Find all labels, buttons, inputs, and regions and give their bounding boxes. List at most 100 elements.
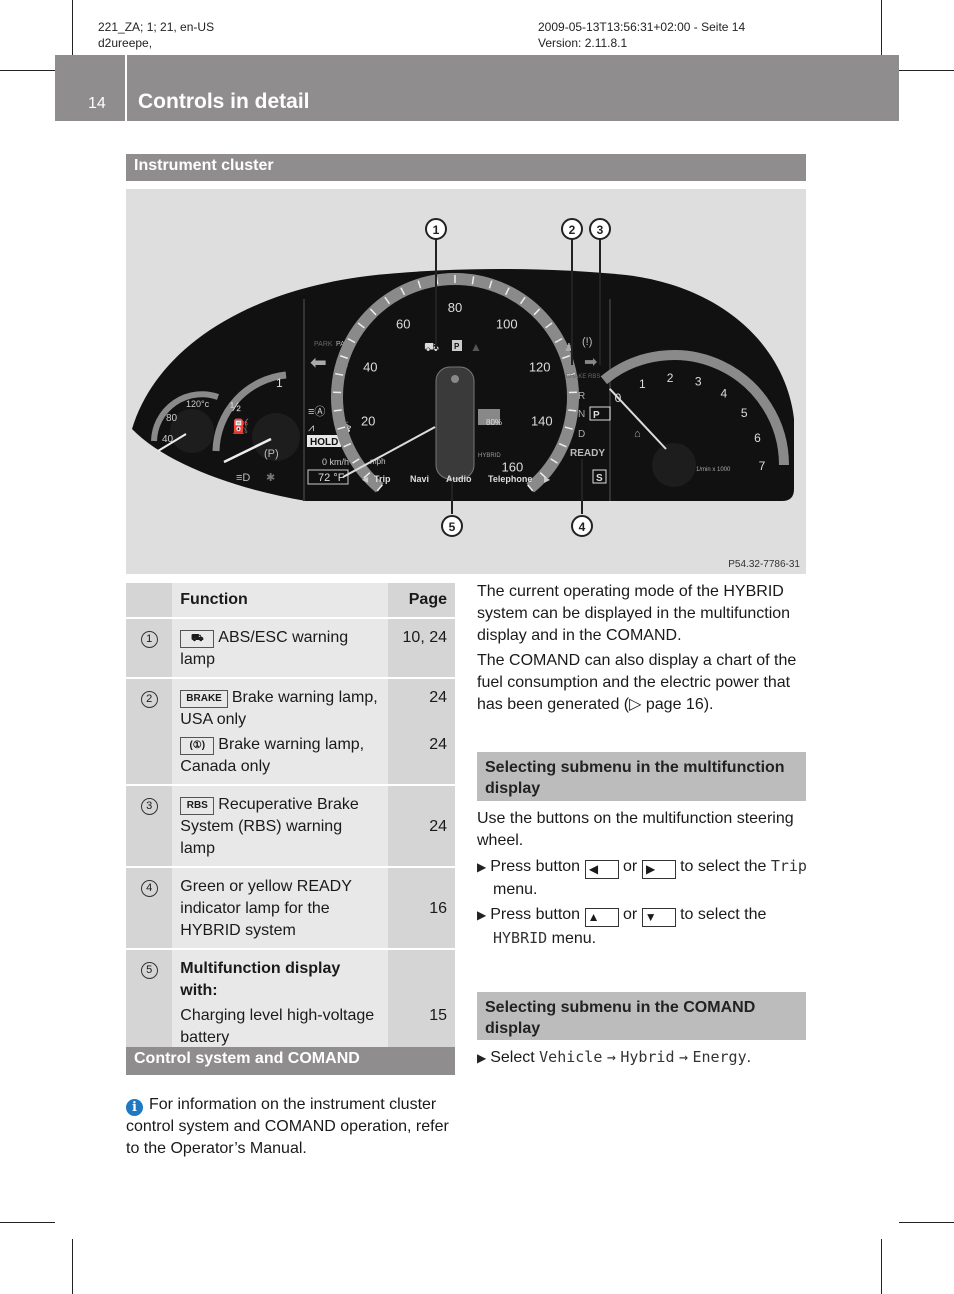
svg-text:5: 5 [449, 520, 456, 534]
svg-text:1: 1 [433, 223, 440, 237]
hybrid-menu-name: HYBRID [493, 929, 548, 947]
rpm-tick-label: 5 [741, 406, 748, 420]
step-text: Select [490, 1049, 535, 1066]
rpm-tick-label: 7 [759, 459, 766, 473]
turn-left-arrow-icon: ⬅ [310, 352, 327, 374]
function-entry: Charging level high-voltage battery [180, 1005, 380, 1049]
print-meta-left-line1: 221_ZA; 1; 21, en-US [98, 20, 215, 34]
speed-tick-label: 120 [529, 360, 551, 375]
speed-readout: 0 km/h [322, 457, 349, 467]
rpm-tick-label: 6 [754, 431, 761, 445]
page-ref[interactable]: 24 [388, 794, 447, 838]
section-heading-instrument-cluster: Instrument cluster [126, 154, 806, 181]
crop-mark [881, 0, 882, 55]
function-text: Charging level high-voltage battery [180, 1007, 375, 1046]
crop-mark [899, 70, 954, 71]
page-ref[interactable]: 16 [388, 876, 447, 920]
function-cell: Multifunction display with: Charging leve… [172, 949, 389, 1056]
gear-d: D [578, 429, 585, 440]
callout-number: 1 [140, 631, 158, 648]
rpm-tick-label: 1 [639, 377, 646, 391]
page-cell: 15 [388, 949, 455, 1056]
callout-4: 4 [571, 515, 593, 537]
row-number-cell: 1 [126, 618, 173, 678]
info-note: i For information on the instrument clust… [126, 1094, 458, 1160]
turn-right-arrow-icon: ➡ [584, 354, 597, 371]
step-end: . [746, 1049, 752, 1066]
speed-tick-label: 40 [363, 360, 377, 375]
crop-mark [0, 1222, 55, 1223]
header-page: Page [388, 583, 455, 618]
parking-brake-icon: (P) [264, 448, 279, 460]
multifunction-instructions: Use the buttons on the multifunction ste… [477, 808, 809, 950]
step-text: to select the [680, 906, 767, 923]
function-text: Multifunction display with: [180, 960, 341, 999]
page-ref[interactable]: 15 [388, 983, 447, 1027]
para-comand-chart-end: ). [703, 696, 714, 713]
brake-rbs-label: BRAKE RBS [566, 374, 600, 380]
menu-item-trip: Trip [374, 474, 391, 484]
multifunction-menu-bar: ◀ Trip Navi Audio Telephone ▶ [362, 474, 551, 484]
page-cell: 24 24 [388, 678, 455, 785]
svg-text:◀: ◀ [362, 475, 369, 484]
page-ref[interactable]: 10, 24 [388, 627, 447, 649]
comand-instructions: ▶ Select Vehicle → Hybrid → Energy. [477, 1046, 809, 1069]
path-arrow: → [678, 1048, 688, 1066]
mf-intro: Use the buttons on the multifunction ste… [477, 810, 794, 849]
menu-path-energy: Energy [692, 1048, 747, 1066]
function-cell: BRAKE Brake warning lamp, USA only (①) Brak… [172, 678, 389, 785]
function-cell: RBS Recuperative Brake System (RBS) warni… [172, 785, 389, 867]
gear-selected: P [593, 410, 600, 421]
temp-label-40: 40 [162, 434, 174, 445]
tacho-hub [652, 443, 696, 487]
page-cell: 16 [388, 867, 455, 949]
function-cell: Green or yellow READY indicator lamp for… [172, 867, 389, 949]
svg-text:4: 4 [579, 520, 586, 534]
table-row: 2 BRAKE Brake warning lamp, USA only (①) Bra… [126, 678, 455, 785]
drive-mode-indicator: S [596, 473, 603, 484]
path-arrow: → [606, 1048, 616, 1066]
speed-tick [568, 409, 577, 412]
print-meta-right-line1: 2009-05-13T13:56:31+02:00 - Seite 14 [538, 20, 746, 34]
menu-path-hybrid: Hybrid [620, 1048, 675, 1066]
table-row: 3 RBS Recuperative Brake System (RBS) warn… [126, 785, 455, 867]
section-heading-submenu-comand: Selecting submenu in the COMAND display [477, 992, 806, 1040]
page-cell: 24 [388, 785, 455, 867]
airbag-icon: ✱ [266, 472, 275, 484]
chapter-title: Controls in detail [138, 90, 310, 113]
brake-canada-lamp-icon: (!) [582, 336, 592, 348]
distronic-icon: ⩘ [308, 422, 314, 434]
page-reference-link[interactable]: ▷ page 16 [629, 696, 704, 713]
header-function: Function [172, 583, 389, 618]
lights-icon: ≡Ⓐ [308, 405, 325, 418]
battery-percent: 80% [486, 418, 502, 427]
fuel-label-half: ½ [230, 399, 241, 414]
page-ref[interactable] [388, 958, 447, 980]
ready-indicator: READY [570, 448, 605, 459]
check-engine-icon: ⌂ [634, 428, 641, 440]
page-ref[interactable]: 24 [388, 687, 447, 709]
page-ref[interactable]: 24 [388, 712, 447, 756]
crop-mark [899, 1222, 954, 1223]
callout-number: 5 [140, 962, 158, 979]
rpm-tick-label: 4 [720, 386, 727, 400]
gear-r: R [578, 391, 585, 402]
warning-triangle-icon: ▲ [470, 340, 482, 354]
svg-text:2: 2 [569, 223, 576, 237]
fuel-label-full: 1 [276, 376, 283, 390]
row-number-cell: 4 [126, 867, 173, 949]
rbs-icon: RBS [180, 797, 215, 815]
temp-label-120: 120°c [186, 399, 210, 409]
bullet-icon: ▶ [477, 1051, 487, 1065]
tacho-unit: 1/min x 1000 [696, 467, 731, 473]
trip-menu-name: Trip [770, 857, 807, 875]
svg-text:3: 3 [597, 223, 604, 237]
row-number-cell: 2 [126, 678, 173, 785]
info-icon: i [126, 1099, 143, 1116]
outside-temp: 72 °F [318, 472, 345, 484]
left-button-key: ◀ [584, 860, 619, 879]
step-trip: ▶ Press button ◀ or ▶ to select the Trip … [477, 855, 809, 901]
row-number-cell: 3 [126, 785, 173, 867]
speed-tick-label: 20 [361, 414, 375, 429]
bullet-icon: ▶ [477, 860, 487, 874]
